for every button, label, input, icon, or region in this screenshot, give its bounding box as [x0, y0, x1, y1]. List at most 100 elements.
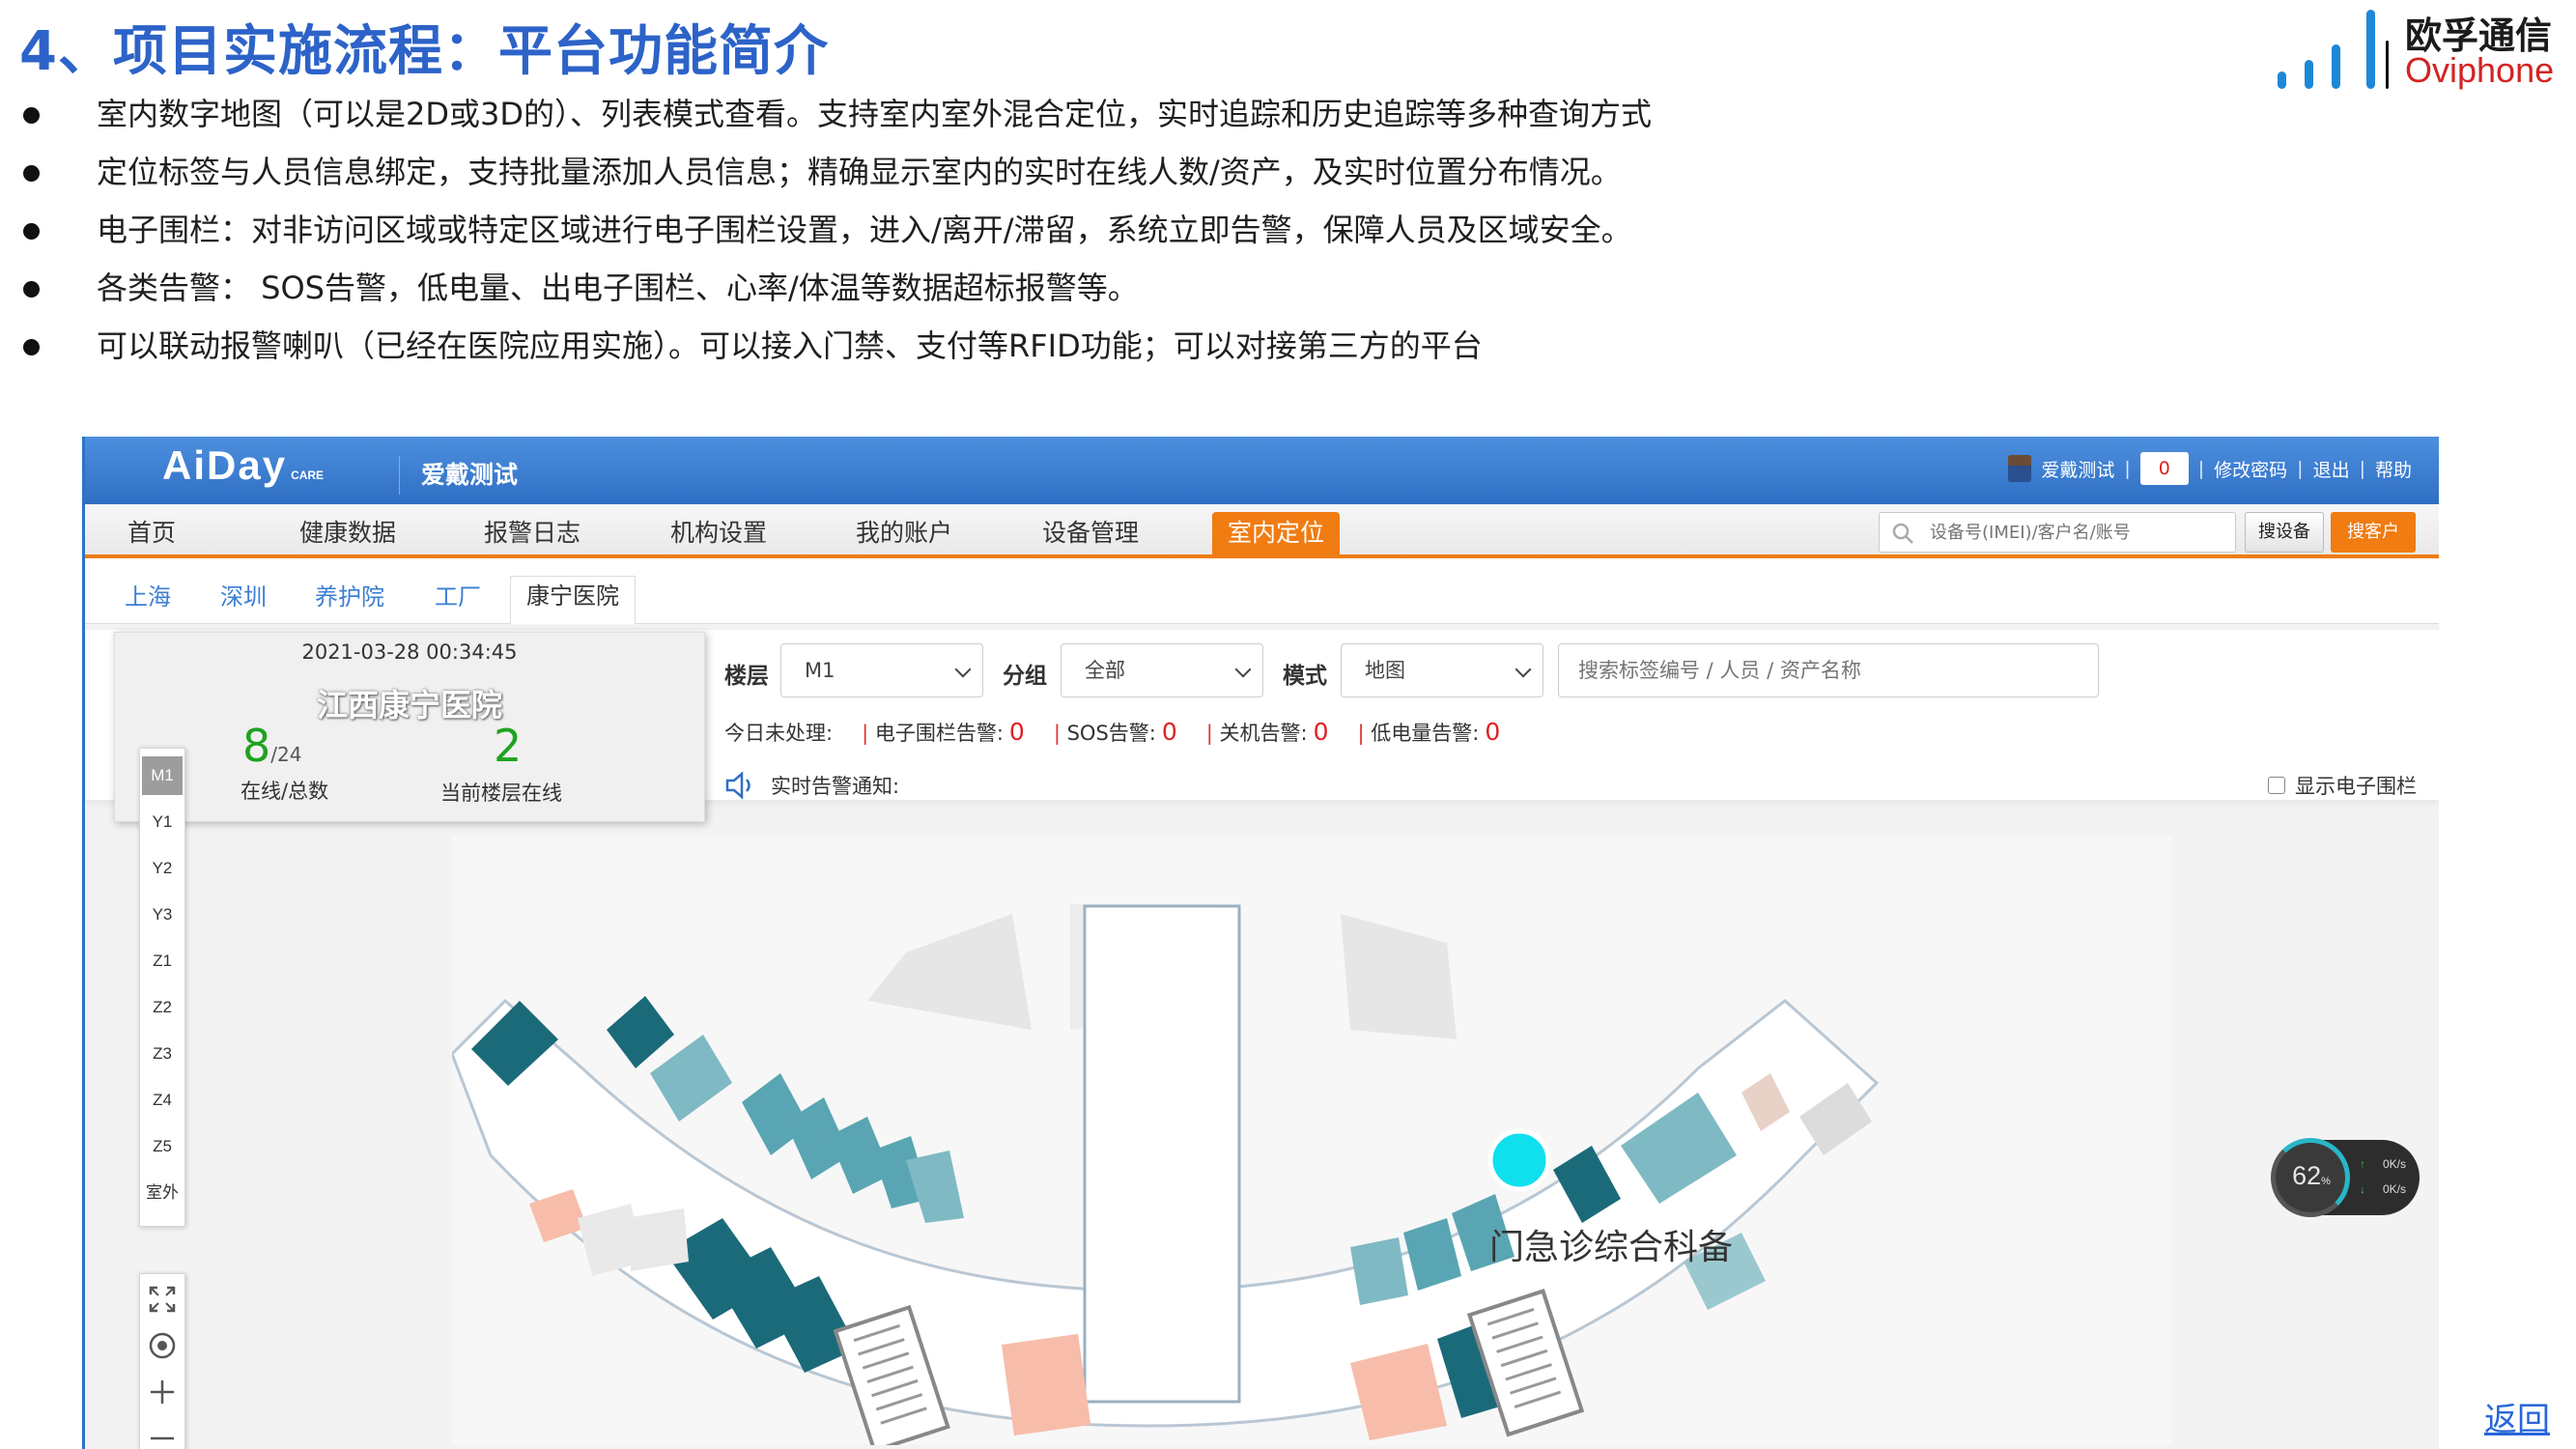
- bullet-dot-icon: [23, 165, 40, 182]
- feature-bullet: 定位标签与人员信息绑定，支持批量添加人员信息；精确显示室内的实时在线人数/资产，…: [19, 147, 1652, 205]
- floor-button-z2[interactable]: Z2: [142, 988, 183, 1027]
- person-location-marker[interactable]: [1487, 1128, 1551, 1192]
- menu-item-indoor-positioning[interactable]: 室内定位: [1212, 512, 1341, 558]
- site-tab-factory[interactable]: 工厂: [419, 578, 496, 624]
- floor-filter-label: 楼层: [724, 664, 769, 689]
- user-name[interactable]: 爱戴测试: [2041, 456, 2114, 482]
- locate-icon[interactable]: [142, 1324, 183, 1367]
- fence-alarm[interactable]: | 电子围栏告警: 0: [862, 718, 1025, 747]
- logo-bar-icon: [2386, 41, 2389, 89]
- logo-bar-icon: [2366, 10, 2375, 89]
- alarm-summary: 今日未处理: | 电子围栏告警: 0 | SOS告警: 0 | 关机告警: 0 | 低…: [724, 715, 1500, 750]
- site-tab-shenzhen[interactable]: 深圳: [205, 578, 282, 624]
- tag-search-input[interactable]: [1558, 643, 2099, 697]
- feature-bullet: 各类告警： SOS告警，低电量、出电子围栏、心率/体温等数据超标报警等。: [19, 263, 1652, 321]
- speaker-icon[interactable]: [724, 771, 757, 800]
- app-top-bar: AiDay CARE 爱戴测试 爱戴测试 | 0 | 修改密码 | 退出 | 帮助: [85, 437, 2439, 504]
- menu-item-alarm-log[interactable]: 报警日志: [468, 512, 596, 558]
- device-search-input[interactable]: [1879, 512, 2236, 553]
- site-tab-shanghai[interactable]: 上海: [109, 578, 186, 624]
- brand-subtitle: CARE: [291, 469, 325, 482]
- slide-title: 4、项目实施流程：平台功能简介: [19, 20, 829, 83]
- change-password-link[interactable]: 修改密码: [2214, 456, 2287, 482]
- feature-bullet-text: 各类告警： SOS告警，低电量、出电子围栏、心率/体温等数据超标报警等。: [97, 270, 1139, 306]
- usage-percent-value: 62: [2292, 1161, 2322, 1190]
- search-customer-button[interactable]: 搜客户: [2331, 512, 2416, 553]
- back-link[interactable]: 返回: [2484, 1393, 2550, 1440]
- logo-bar-icon: [2305, 60, 2313, 89]
- low-battery-alarm-count: 0: [1485, 718, 1501, 746]
- menu-item-home[interactable]: 首页: [112, 512, 191, 558]
- logo-bar-icon: [2278, 71, 2286, 89]
- floor-selector: M1 Y1 Y2 Y3 Z1 Z2 Z3 Z4 Z5 室外: [139, 748, 185, 1227]
- show-fence-toggle[interactable]: 显示电子围栏: [2268, 771, 2417, 800]
- org-name: 爱戴测试: [399, 456, 518, 495]
- floor-button-y2[interactable]: Y2: [142, 849, 183, 888]
- download-arrow-icon: ↓: [2360, 1182, 2365, 1196]
- zoom-out-icon[interactable]: [142, 1417, 183, 1449]
- floor-button-y3[interactable]: Y3: [142, 895, 183, 934]
- sos-alarm[interactable]: | SOS告警: 0: [1054, 718, 1177, 747]
- upload-speed: ↑ 0K/s: [2360, 1157, 2406, 1171]
- logo-bar-icon: [2332, 44, 2340, 89]
- mode-select-value: 地图: [1365, 659, 1405, 682]
- menu-item-org-settings[interactable]: 机构设置: [655, 512, 782, 558]
- network-speed-widget: 62% ↑ 0K/s ↓ 0K/s: [2271, 1138, 2420, 1217]
- floor-button-z3[interactable]: Z3: [142, 1035, 183, 1073]
- chevron-down-icon: [954, 661, 972, 678]
- logout-link[interactable]: 退出: [2313, 456, 2350, 482]
- floor-button-z5[interactable]: Z5: [142, 1127, 183, 1166]
- floor-online-label: 当前楼层在线: [440, 781, 562, 805]
- chevron-down-icon: [1234, 661, 1252, 678]
- filter-toolbar: 楼层 M1 分组 全部 模式 地图 今日未处理: | 电子围栏告警:0 | SO…: [85, 630, 2439, 822]
- menu-item-health-data[interactable]: 健康数据: [284, 512, 411, 558]
- floor-online-count: 2: [494, 720, 523, 772]
- online-count: 8: [242, 720, 271, 772]
- floor-button-z4[interactable]: Z4: [142, 1081, 183, 1120]
- fullscreen-icon[interactable]: [142, 1278, 183, 1321]
- realtime-notify-label: 实时告警通知:: [771, 775, 900, 798]
- separator: |: [2297, 458, 2304, 479]
- floor-select[interactable]: M1: [780, 643, 983, 697]
- feature-bullet: 可以联动报警喇叭（已经在医院应用实施）。可以接入门禁、支付等RFID功能；可以对…: [19, 321, 1652, 379]
- menu-item-device-management[interactable]: 设备管理: [1027, 512, 1154, 558]
- search-device-button[interactable]: 搜设备: [2245, 512, 2324, 553]
- floor-button-outdoor[interactable]: 室外: [142, 1174, 183, 1212]
- group-select[interactable]: 全部: [1061, 643, 1263, 697]
- menu-item-my-account[interactable]: 我的账户: [840, 512, 968, 558]
- hospital-name: 江西康宁医院: [316, 687, 502, 724]
- site-tab-nursing-home[interactable]: 养护院: [299, 578, 400, 624]
- upload-speed-value: 0K/s: [2383, 1157, 2407, 1171]
- feature-bullet: 室内数字地图（可以是2D或3D的）、列表模式查看。支持室内室外混合定位，实时追踪…: [19, 89, 1652, 147]
- floor-button-y1[interactable]: Y1: [142, 803, 183, 841]
- platform-screenshot: AiDay CARE 爱戴测试 爱戴测试 | 0 | 修改密码 | 退出 | 帮助…: [82, 437, 2439, 1449]
- site-tab-kangning-hospital[interactable]: 康宁医院: [510, 576, 636, 625]
- group-filter-label: 分组: [1003, 664, 1047, 689]
- floor-button-z1[interactable]: Z1: [142, 942, 183, 980]
- group-select-value: 全部: [1085, 659, 1125, 682]
- shutdown-alarm[interactable]: | 关机告警: 0: [1206, 718, 1329, 747]
- help-link[interactable]: 帮助: [2375, 456, 2412, 482]
- message-count-badge[interactable]: 0: [2139, 452, 2189, 485]
- map-department-label: 门急诊综合科备: [1489, 1228, 1733, 1267]
- fence-alarm-count: 0: [1008, 718, 1025, 746]
- feature-bullet-list: 室内数字地图（可以是2D或3D的）、列表模式查看。支持室内室外混合定位，实时追踪…: [19, 89, 1652, 379]
- download-speed: ↓ 0K/s: [2360, 1182, 2406, 1196]
- floor-map[interactable]: 门急诊综合科备: [452, 837, 2171, 1445]
- usage-percent: 62%: [2277, 1161, 2346, 1191]
- show-fence-checkbox[interactable]: [2268, 777, 2285, 794]
- map-controls: [139, 1273, 185, 1449]
- floor-button-m1[interactable]: M1: [142, 756, 183, 795]
- main-menu: 首页 健康数据 报警日志 机构设置 我的账户 设备管理 室内定位 搜设备 搜客户: [85, 504, 2439, 558]
- site-tabs: 上海 深圳 养护院 工厂 康宁医院: [85, 562, 2439, 625]
- feature-bullet-text: 电子围栏：对非访问区域或特定区域进行电子围栏设置，进入/离开/滞留，系统立即告警…: [97, 212, 1632, 248]
- user-avatar-icon: [2008, 455, 2032, 482]
- search-icon: [1892, 523, 1913, 544]
- zoom-in-icon[interactable]: [142, 1371, 183, 1413]
- low-battery-alarm[interactable]: | 低电量告警: 0: [1358, 718, 1501, 747]
- mode-select[interactable]: 地图: [1341, 643, 1543, 697]
- online-total-value: 8/24: [242, 720, 301, 772]
- show-fence-label: 显示电子围栏: [2295, 775, 2417, 798]
- feature-bullet-text: 定位标签与人员信息绑定，支持批量添加人员信息；精确显示室内的实时在线人数/资产，…: [97, 154, 1622, 190]
- chevron-down-icon: [1514, 661, 1532, 678]
